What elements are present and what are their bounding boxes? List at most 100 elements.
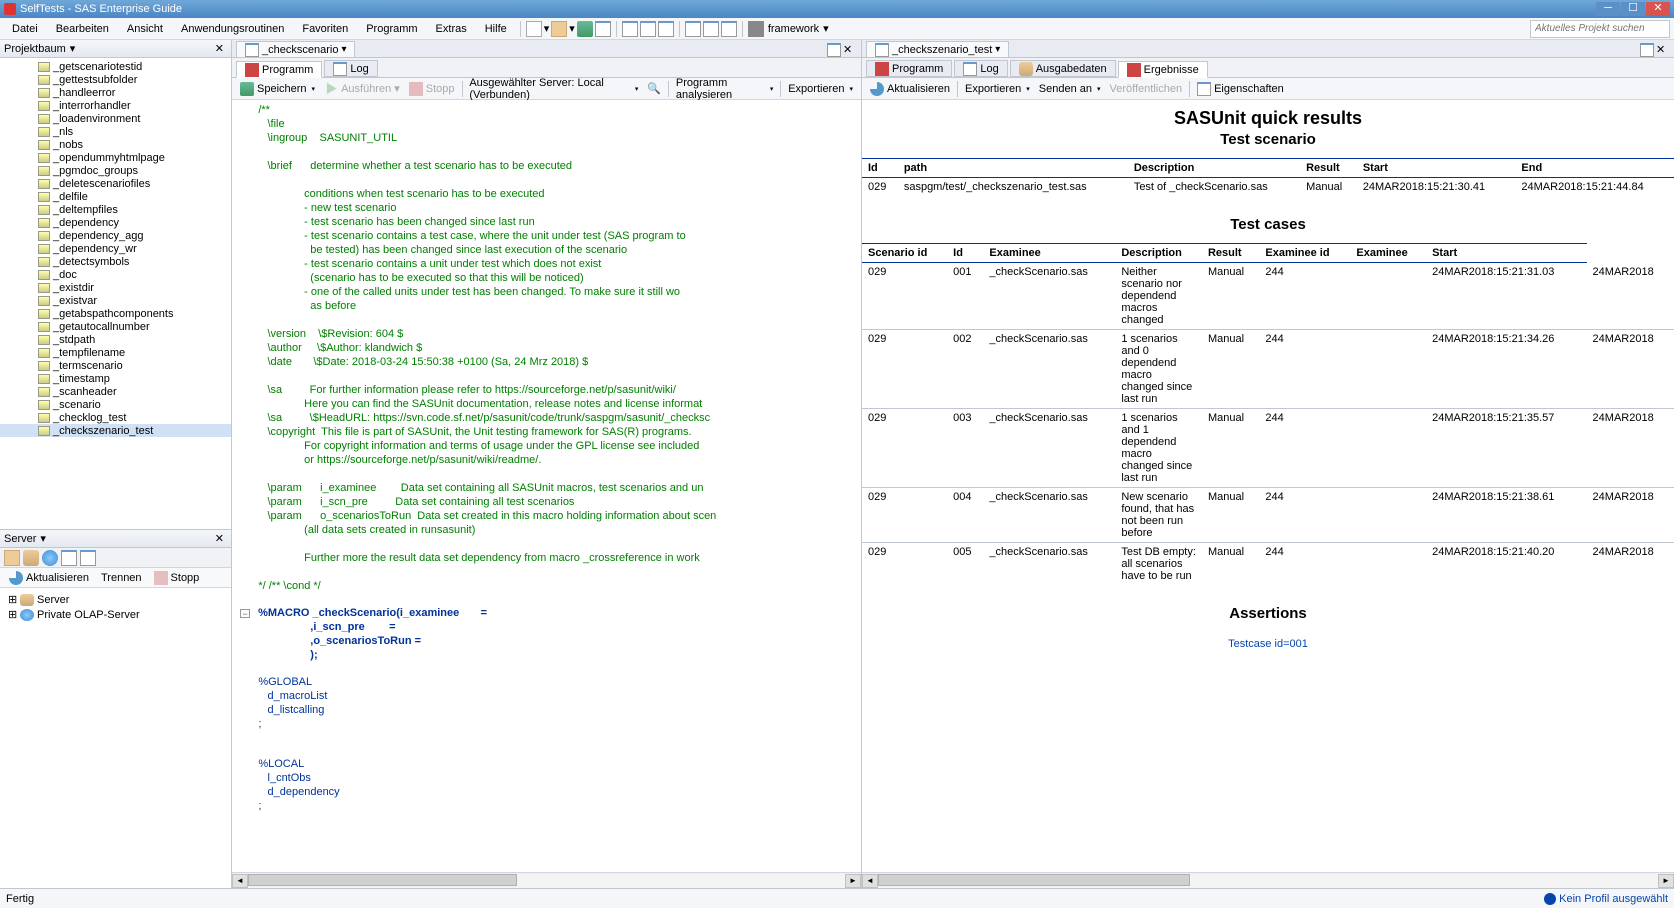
publish-button[interactable]: Veröffentlichen	[1106, 81, 1187, 97]
tree-item[interactable]: _delfile	[0, 190, 231, 203]
server-refresh-button[interactable]: Aktualisieren	[4, 569, 94, 587]
menu-programm[interactable]: Programm	[358, 21, 425, 37]
server-browse-icon[interactable]	[4, 550, 20, 566]
cut-icon[interactable]	[640, 21, 656, 37]
assertion-link[interactable]: Testcase id=001	[862, 632, 1674, 656]
server-node[interactable]: Server	[37, 594, 69, 606]
tree-item[interactable]: _dependency_wr	[0, 242, 231, 255]
framework-dropdown[interactable]: framework ▾	[748, 21, 829, 37]
maximize-pane-icon[interactable]	[1640, 43, 1654, 57]
tree-item[interactable]: _tempfilename	[0, 346, 231, 359]
profile-status[interactable]: Kein Profil ausgewählt	[1544, 893, 1668, 905]
menu-hilfe[interactable]: Hilfe	[477, 21, 515, 37]
tree-item[interactable]: _checklog_test	[0, 411, 231, 424]
menu-bearbeiten[interactable]: Bearbeiten	[48, 21, 117, 37]
program-icon	[245, 43, 259, 57]
nav-icon[interactable]	[721, 21, 737, 37]
pin-icon[interactable]: ▾	[40, 532, 46, 545]
server-list-icon[interactable]	[80, 550, 96, 566]
tree-item[interactable]: _getabspathcomponents	[0, 307, 231, 320]
tree-item[interactable]: _deltempfiles	[0, 203, 231, 216]
tree-item[interactable]: _handleerror	[0, 86, 231, 99]
undo-icon[interactable]	[685, 21, 701, 37]
new-icon[interactable]	[526, 21, 542, 37]
save-all-icon[interactable]	[595, 21, 611, 37]
tree-item[interactable]: _scanheader	[0, 385, 231, 398]
tree-item[interactable]: _timestamp	[0, 372, 231, 385]
olap-node[interactable]: Private OLAP-Server	[37, 609, 140, 621]
copy-icon[interactable]	[658, 21, 674, 37]
close-button[interactable]: ✕	[1646, 2, 1670, 16]
properties-button[interactable]: Eigenschaften	[1193, 80, 1288, 98]
tree-item[interactable]: _pgmdoc_groups	[0, 164, 231, 177]
doc-tab-checkscenario[interactable]: _checkscenario ▾	[236, 41, 355, 57]
h-scrollbar[interactable]: ◄ ►	[232, 872, 861, 888]
tab-programm[interactable]: Programm	[236, 61, 322, 78]
tree-item[interactable]: _termscenario	[0, 359, 231, 372]
tree-item[interactable]: _checkszenario_test	[0, 424, 231, 437]
save-icon[interactable]	[577, 21, 593, 37]
tree-item[interactable]: _dependency	[0, 216, 231, 229]
export-button[interactable]: Exportieren	[961, 81, 1034, 97]
tree-item[interactable]: _detectsymbols	[0, 255, 231, 268]
server-view-icon[interactable]	[61, 550, 77, 566]
tree-item[interactable]: _loadenvironment	[0, 112, 231, 125]
close-doc-icon[interactable]: ✕	[843, 43, 857, 57]
run-button[interactable]: Ausführen ▾	[320, 80, 404, 98]
tree-item[interactable]: _nls	[0, 125, 231, 138]
testcase-row: 029004_checkScenario.sasNew scenario fou…	[862, 488, 1674, 543]
tree-item[interactable]: _getautocallnumber	[0, 320, 231, 333]
tree-item[interactable]: _gettestsubfolder	[0, 73, 231, 86]
send-button[interactable]: Senden an	[1035, 81, 1105, 97]
server-disconnect-button[interactable]: Trennen	[96, 570, 147, 586]
panel-close-icon[interactable]: ✕	[212, 532, 227, 545]
redo-icon[interactable]	[703, 21, 719, 37]
stop-button[interactable]: Stopp	[405, 80, 459, 98]
print-icon[interactable]	[622, 21, 638, 37]
server-olap-icon[interactable]	[42, 550, 58, 566]
zoom-icon[interactable]: 🔍	[643, 80, 665, 97]
tab-programm[interactable]: Programm	[866, 60, 952, 77]
tree-item[interactable]: _interrorhandler	[0, 99, 231, 112]
tab-ergebnisse[interactable]: Ergebnisse	[1118, 61, 1208, 78]
export-button[interactable]: Exportieren	[784, 81, 857, 97]
server-assign-icon[interactable]	[23, 550, 39, 566]
server-selector[interactable]: Ausgewählter Server: Local (Verbunden)	[465, 75, 642, 103]
project-search-input[interactable]	[1530, 20, 1670, 38]
tree-item[interactable]: _existdir	[0, 281, 231, 294]
tree-item[interactable]: _nobs	[0, 138, 231, 151]
doc-tab-checkszenario-test[interactable]: _checkszenario_test ▾	[866, 41, 1009, 57]
close-doc-icon[interactable]: ✕	[1656, 43, 1670, 57]
tab-log[interactable]: Log	[954, 60, 1007, 77]
menu-ansicht[interactable]: Ansicht	[119, 21, 171, 37]
tree-item[interactable]: _dependency_agg	[0, 229, 231, 242]
code-editor[interactable]: /** \file \ingroup SASUNIT_UTIL \brief d…	[232, 100, 861, 872]
server-stop-button[interactable]: Stopp	[149, 569, 205, 587]
tree-item[interactable]: _opendummyhtmlpage	[0, 151, 231, 164]
server-tree[interactable]: ⊞Server ⊞Private OLAP-Server	[0, 588, 231, 888]
analyze-button[interactable]: Programm analysieren	[672, 75, 778, 103]
tree-item[interactable]: _existvar	[0, 294, 231, 307]
tab-log[interactable]: Log	[324, 60, 377, 77]
maximize-pane-icon[interactable]	[827, 43, 841, 57]
project-tree[interactable]: _getscenariotestid_gettestsubfolder_hand…	[0, 58, 231, 530]
refresh-button[interactable]: Aktualisieren	[866, 80, 954, 98]
tree-item[interactable]: _getscenariotestid	[0, 60, 231, 73]
tab-ausgabedaten[interactable]: Ausgabedaten	[1010, 60, 1116, 77]
minimize-button[interactable]: ─	[1596, 2, 1620, 16]
open-icon[interactable]	[551, 21, 567, 37]
menu-favoriten[interactable]: Favoriten	[294, 21, 356, 37]
pin-icon[interactable]: ▾	[70, 42, 76, 55]
menu-anwendungsroutinen[interactable]: Anwendungsroutinen	[173, 21, 292, 37]
tree-item[interactable]: _deletescenariofiles	[0, 177, 231, 190]
tree-item[interactable]: _scenario	[0, 398, 231, 411]
menu-datei[interactable]: Datei	[4, 21, 46, 37]
maximize-button[interactable]: ☐	[1621, 2, 1645, 16]
h-scrollbar[interactable]: ◄ ►	[862, 872, 1674, 888]
tree-item[interactable]: _stdpath	[0, 333, 231, 346]
panel-close-icon[interactable]: ✕	[212, 42, 227, 55]
tree-item[interactable]: _doc	[0, 268, 231, 281]
results-view[interactable]: SASUnit quick results Test scenario Id p…	[862, 100, 1674, 872]
save-button[interactable]: Speichern	[236, 80, 319, 98]
menu-extras[interactable]: Extras	[428, 21, 475, 37]
